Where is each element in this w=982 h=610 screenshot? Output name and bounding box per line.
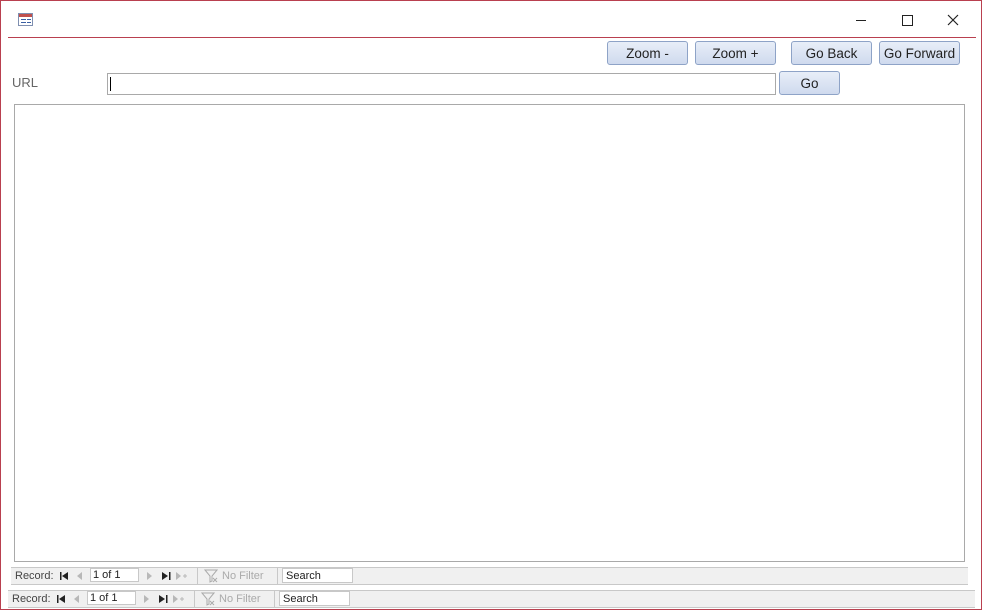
last-record-icon (161, 572, 170, 580)
form-record-navigation: Record: 1 of 1 No Filter Search (8, 590, 975, 608)
filter-toggle[interactable]: No Filter (204, 568, 264, 584)
nav-separator (274, 591, 275, 607)
filter-label: No Filter (219, 593, 261, 605)
previous-record-button[interactable] (71, 591, 83, 607)
next-record-button[interactable] (141, 591, 153, 607)
last-record-button[interactable] (160, 568, 172, 584)
new-record-button[interactable] (175, 568, 187, 584)
funnel-icon (204, 569, 218, 583)
new-record-button[interactable] (172, 591, 184, 607)
search-box[interactable]: Search (282, 568, 353, 583)
last-record-button[interactable] (157, 591, 169, 607)
go-button[interactable]: Go (779, 71, 840, 95)
form-window: Zoom - Zoom + Go Back Go Forward URL Go … (0, 0, 982, 610)
next-record-icon (144, 595, 149, 603)
minimize-button[interactable] (848, 9, 874, 31)
form-icon (18, 13, 33, 26)
go-forward-button[interactable]: Go Forward (879, 41, 960, 65)
title-divider (8, 37, 976, 38)
record-position-field[interactable]: 1 of 1 (87, 591, 136, 605)
first-record-icon (59, 572, 68, 580)
maximize-button[interactable] (894, 9, 920, 31)
first-record-button[interactable] (55, 591, 67, 607)
first-record-button[interactable] (58, 568, 70, 584)
zoom-out-button[interactable]: Zoom - (607, 41, 688, 65)
filter-label: No Filter (222, 570, 264, 582)
previous-record-icon (77, 572, 82, 580)
previous-record-icon (74, 595, 79, 603)
title-bar (1, 1, 981, 37)
funnel-icon (201, 592, 215, 606)
close-button[interactable] (940, 9, 966, 31)
go-back-button[interactable]: Go Back (791, 41, 872, 65)
next-record-button[interactable] (144, 568, 156, 584)
maximize-icon (901, 14, 913, 26)
url-input[interactable] (107, 73, 776, 95)
web-browser-control[interactable] (14, 104, 965, 562)
new-record-icon (172, 595, 184, 603)
nav-separator (194, 591, 195, 607)
zoom-in-button[interactable]: Zoom + (695, 41, 776, 65)
record-label: Record: (12, 593, 51, 605)
next-record-icon (147, 572, 152, 580)
minimize-icon (856, 19, 866, 21)
close-icon (947, 14, 959, 26)
record-position-field[interactable]: 1 of 1 (90, 568, 139, 582)
nav-separator (277, 568, 278, 584)
url-label: URL (12, 75, 39, 90)
previous-record-button[interactable] (74, 568, 86, 584)
filter-toggle[interactable]: No Filter (201, 591, 261, 607)
subform-record-navigation: Record: 1 of 1 No Filter Search (11, 567, 968, 585)
last-record-icon (158, 595, 167, 603)
record-label: Record: (15, 570, 54, 582)
search-box[interactable]: Search (279, 591, 350, 606)
new-record-icon (175, 572, 187, 580)
nav-separator (197, 568, 198, 584)
first-record-icon (56, 595, 65, 603)
